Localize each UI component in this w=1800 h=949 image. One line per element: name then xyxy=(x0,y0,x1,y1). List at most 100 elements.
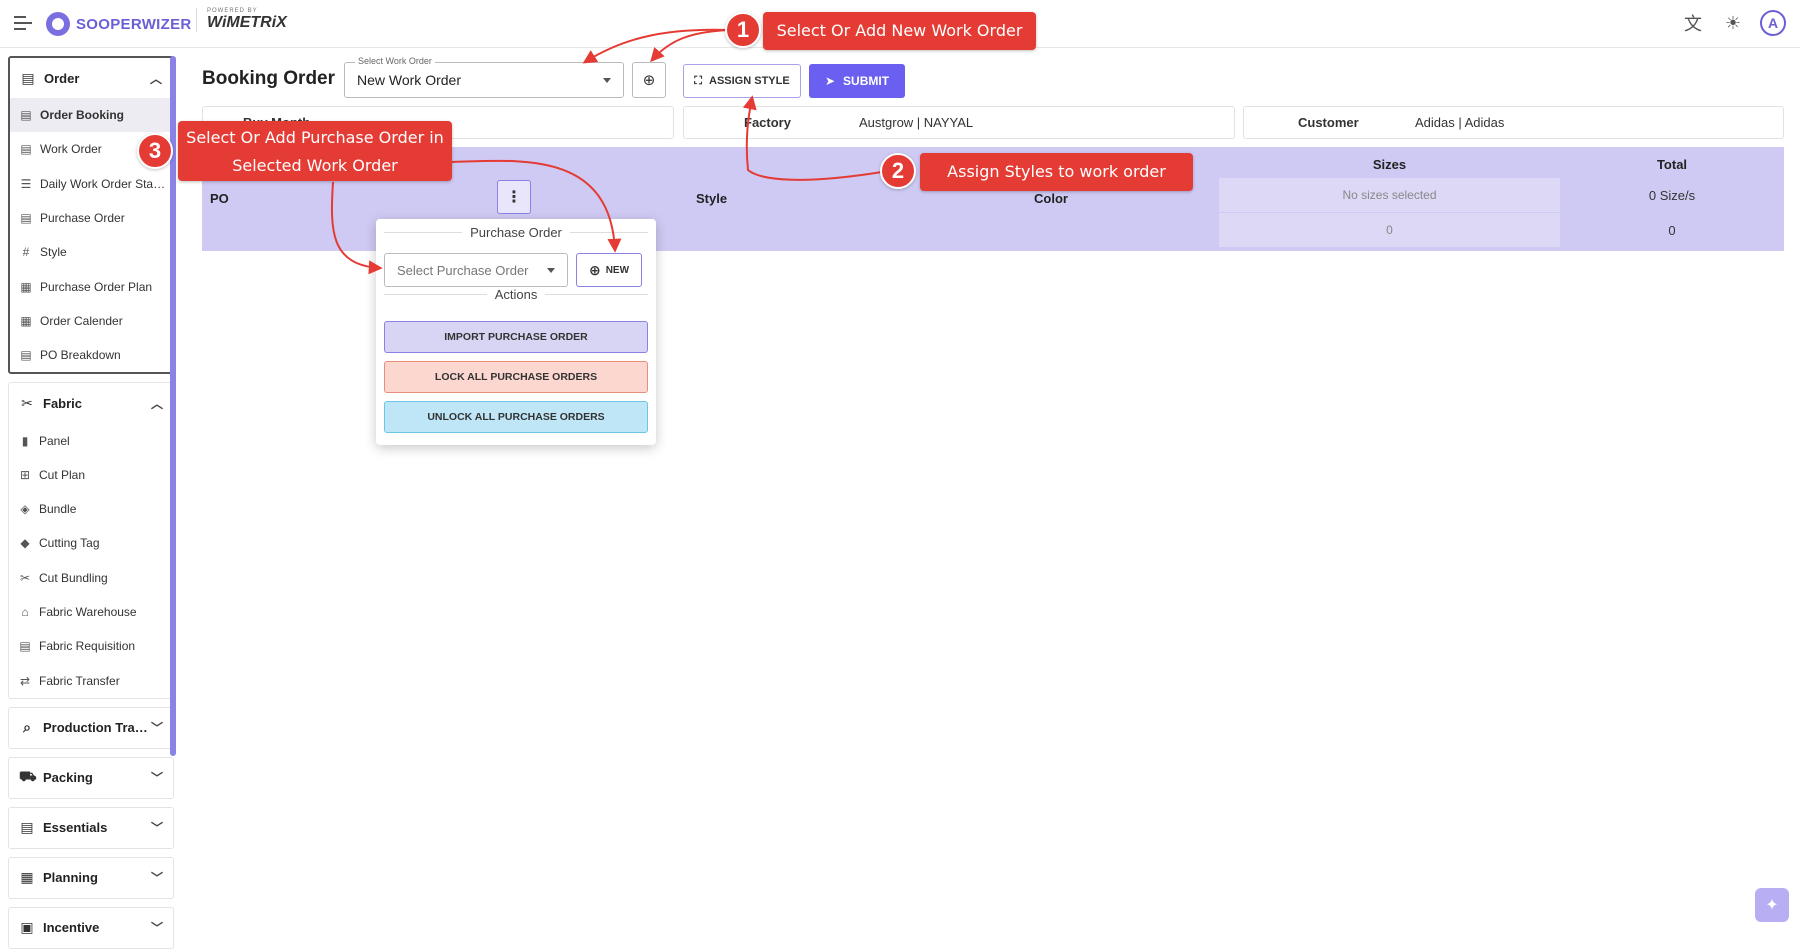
sidebar-item-style[interactable]: # Style xyxy=(10,235,172,269)
import-purchase-order-button[interactable]: IMPORT PURCHASE ORDER xyxy=(384,321,648,353)
chevron-up-icon: ︿ xyxy=(149,71,162,86)
sidebar-item-cutting-tag[interactable]: ◆ Cutting Tag xyxy=(9,526,173,560)
sidebar-group-label: Planning xyxy=(43,870,98,886)
sidebar-item-label: Bundle xyxy=(39,502,77,517)
tracking-icon: ⌕ xyxy=(23,719,31,736)
brand-name: SOOPERWIZER xyxy=(76,15,192,33)
sidebar-group-label: Incentive xyxy=(43,920,100,936)
sidebar-group-planning: ▦ Planning ﹀ xyxy=(8,856,174,899)
sidebar-scrollbar[interactable] xyxy=(170,56,176,756)
assistant-button[interactable]: ✦ xyxy=(1755,888,1789,922)
sidebar-item-label: Cut Bundling xyxy=(39,570,108,585)
sidebar-item-label: PO Breakdown xyxy=(40,348,121,363)
sidebar-item-purchase-order[interactable]: ▤ Purchase Order xyxy=(10,201,172,235)
sidebar-item-label: Panel xyxy=(39,433,70,448)
sidebar-group-label: Production Track... xyxy=(43,720,151,736)
sidebar-item-cut-bundling[interactable]: ✂ Cut Bundling xyxy=(9,561,173,595)
sidebar-item-panel[interactable]: ▮ Panel xyxy=(9,423,173,457)
work-order-select[interactable]: Select Work Order New Work Order xyxy=(344,56,624,98)
actions-section-title: Actions xyxy=(384,287,648,302)
sidebar-item-label: Fabric Transfer xyxy=(39,673,120,688)
sidebar-group-fabric: ✂ Fabric ︿ ▮ Panel ⊞ Cut Plan ◈ Bundle ◆ Cut… xyxy=(8,382,174,699)
user-avatar[interactable]: A xyxy=(1760,10,1786,36)
assign-style-button[interactable]: ⛶ ASSIGN STYLE xyxy=(683,64,801,98)
assign-style-label: ASSIGN STYLE xyxy=(709,75,790,87)
chevron-down-icon: ﹀ xyxy=(150,871,163,886)
sidebar-item-order-calender[interactable]: ▦ Order Calender xyxy=(10,304,172,338)
sizes-header: Sizes xyxy=(1372,157,1407,172)
calendar-icon: ▦ xyxy=(20,869,34,886)
purchase-order-popup: Purchase Order Select Purchase Order ⊕ N… xyxy=(376,219,656,445)
unlock-all-purchase-orders-button[interactable]: UNLOCK ALL PURCHASE ORDERS xyxy=(384,401,648,433)
column-total: Total 0 Size/s 0 xyxy=(1560,147,1784,251)
add-work-order-button[interactable]: ⊕ xyxy=(632,62,666,98)
grid-icon: # xyxy=(22,245,30,260)
menu-icon[interactable] xyxy=(14,16,32,30)
calendar-icon: ▦ xyxy=(20,313,32,328)
purchase-order-select-placeholder: Select Purchase Order xyxy=(397,262,529,278)
sidebar-group-label: Packing xyxy=(43,770,93,786)
scissors-icon: ✂ xyxy=(19,570,31,585)
po-menu-button[interactable]: ⋮ xyxy=(497,180,531,214)
sidebar-item-fabric-requisition[interactable]: ▤ Fabric Requisition xyxy=(9,629,173,663)
total-header: Total xyxy=(1656,157,1688,172)
annotation-badge-2: 2 xyxy=(880,153,916,189)
sidebar-item-daily-work-order-status[interactable]: ☰ Daily Work Order Stat... xyxy=(10,167,172,201)
work-order-select-label: Select Work Order xyxy=(355,56,435,66)
transfer-icon: ⇄ xyxy=(19,673,31,688)
sidebar-group-essentials: ▤ Essentials ﹀ xyxy=(8,806,174,849)
layers-icon: ◈ xyxy=(20,502,30,517)
document-icon: ▤ xyxy=(20,211,32,226)
panel-icon: ▮ xyxy=(21,433,29,448)
sidebar-group-header-packing[interactable]: ⛟ Packing ﹀ xyxy=(9,758,173,798)
truck-icon: ⛟ xyxy=(19,768,37,785)
sidebar-item-label: Style xyxy=(40,245,67,260)
sidebar-group-header-production-tracking[interactable]: ⌕ Production Track... ﹀ xyxy=(9,708,173,748)
sidebar-group-header-incentive[interactable]: ▣ Incentive ﹀ xyxy=(9,908,173,948)
annotation-badge-1: 1 xyxy=(725,12,761,48)
tag-icon: ◆ xyxy=(20,536,30,551)
sidebar-group-header-order[interactable]: ▤ Order ︿ xyxy=(10,58,172,98)
sidebar-item-purchase-order-plan[interactable]: ▦ Purchase Order Plan xyxy=(10,269,172,303)
calendar-icon: ▦ xyxy=(20,279,32,294)
sidebar-group-header-planning[interactable]: ▦ Planning ﹀ xyxy=(9,858,173,898)
new-purchase-order-button[interactable]: ⊕ NEW xyxy=(576,253,642,287)
sidebar-item-bundle[interactable]: ◈ Bundle xyxy=(9,492,173,526)
sidebar-item-fabric-transfer[interactable]: ⇄ Fabric Transfer xyxy=(9,663,173,697)
sidebar: ▤ Order ︿ ▤ Order Booking ▤ Work Order ☰ Da… xyxy=(8,56,174,949)
sidebar-group-header-essentials[interactable]: ▤ Essentials ﹀ xyxy=(9,808,173,848)
sidebar-item-label: Fabric Requisition xyxy=(39,639,136,654)
theme-toggle-icon[interactable]: ☀ xyxy=(1720,10,1746,36)
assign-style-icon: ⛶ xyxy=(694,74,702,87)
purchase-order-select[interactable]: Select Purchase Order xyxy=(384,253,568,287)
total-zero: 0 xyxy=(1668,222,1676,238)
new-label: NEW xyxy=(605,264,630,276)
sidebar-item-cut-plan[interactable]: ⊞ Cut Plan xyxy=(9,458,173,492)
submit-label: SUBMIT xyxy=(843,74,890,88)
column-po: PO xyxy=(210,191,229,206)
factory-field: Factory Austgrow | NAYYAL xyxy=(683,106,1235,139)
factory-label: Factory xyxy=(744,115,791,130)
dropdown-caret-icon xyxy=(603,77,611,83)
brand-logo[interactable]: SOOPERWIZER xyxy=(46,12,192,36)
annotation-callout-3-line2: Selected Work Order xyxy=(232,156,398,175)
sidebar-item-fabric-warehouse[interactable]: ⌂ Fabric Warehouse xyxy=(9,595,173,629)
send-icon: ➤ xyxy=(824,74,836,88)
sidebar-item-order-booking[interactable]: ▤ Order Booking xyxy=(10,98,172,133)
submit-button[interactable]: ➤ SUBMIT xyxy=(809,64,905,98)
sidebar-item-label: Cut Plan xyxy=(39,467,86,482)
sidebar-group-order: ▤ Order ︿ ▤ Order Booking ▤ Work Order ☰ Da… xyxy=(8,56,174,375)
document-icon: ▤ xyxy=(20,108,32,123)
sidebar-group-header-fabric[interactable]: ✂ Fabric ︿ xyxy=(9,383,173,423)
document-icon: ▤ xyxy=(20,348,32,363)
sidebar-item-label: Cutting Tag xyxy=(39,536,100,551)
lock-all-purchase-orders-button[interactable]: LOCK ALL PURCHASE ORDERS xyxy=(384,361,648,393)
column-sizes: Sizes No sizes selected 0 xyxy=(1219,147,1560,251)
sidebar-group-incentive: ▣ Incentive ﹀ xyxy=(8,906,174,949)
dropdown-caret-icon xyxy=(547,267,555,273)
sidebar-item-po-breakdown[interactable]: ▤ PO Breakdown xyxy=(10,338,172,372)
sidebar-group-label: Essentials xyxy=(43,820,108,836)
sidebar-group-label: Fabric xyxy=(43,395,83,411)
translate-icon[interactable]: 文 xyxy=(1680,10,1706,36)
section-label: Actions xyxy=(494,287,538,302)
